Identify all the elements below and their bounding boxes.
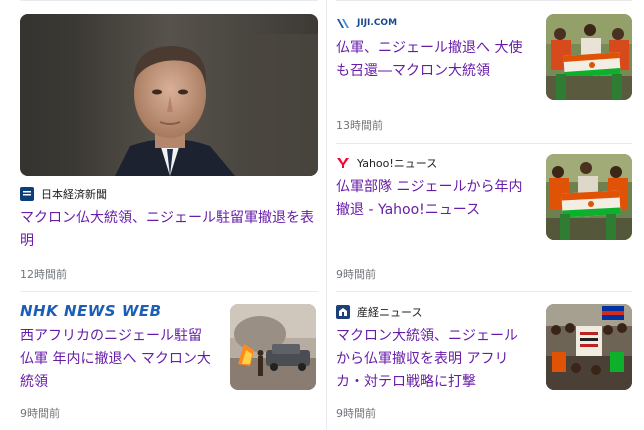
source-name: Yahoo!ニュース	[357, 157, 438, 170]
niger-protest-photo[interactable]	[546, 14, 632, 100]
nikkei-logo-icon	[20, 187, 34, 201]
column-divider	[326, 0, 327, 430]
sankei-logo-icon	[336, 305, 350, 319]
news-card-nikkei[interactable]: 日本経済新聞 マクロン仏大統領、ニジェール駐留軍撤退を表明 12時間前	[20, 0, 320, 290]
source-label: JIJI.COM	[336, 16, 397, 30]
timestamp: 13時間前	[336, 119, 383, 132]
article-title-link[interactable]: マクロン仏大統領、ニジェール駐留軍撤退を表明	[20, 207, 318, 253]
vehicle-fire-photo[interactable]	[230, 304, 316, 390]
news-card-sankei[interactable]: 産経ニュース マクロン大統領、ニジェールから仏軍撤収を表明 アフリカ・対テロ戦略…	[336, 292, 636, 430]
jiji-logo-icon	[336, 16, 350, 30]
article-title-link[interactable]: 仏軍、ニジェール撤退へ 大使も召還―マクロン大統領	[336, 37, 528, 83]
source-name: JIJI.COM	[357, 18, 398, 28]
source-name: 産経ニュース	[357, 306, 423, 319]
timestamp: 9時間前	[20, 407, 60, 420]
article-title-link[interactable]: 仏軍部隊 ニジェールから年内撤退 - Yahoo!ニュース	[336, 176, 528, 222]
nhk-logo-icon: NHK NEWS WEB	[20, 302, 162, 320]
protest-poutine-photo[interactable]	[546, 304, 632, 390]
source-label: 日本経済新聞	[20, 186, 107, 202]
article-title-link[interactable]: マクロン大統領、ニジェールから仏軍撤収を表明 アフリカ・対テロ戦略に打撃	[336, 325, 528, 394]
timestamp: 9時間前	[336, 407, 376, 420]
timestamp: 12時間前	[20, 268, 67, 281]
source-label: 産経ニュース	[336, 304, 422, 320]
timestamp: 9時間前	[336, 268, 376, 281]
source-label: Yahoo!ニュース	[336, 155, 437, 171]
niger-protest-photo[interactable]	[546, 154, 632, 240]
news-card-yahoo[interactable]: Yahoo!ニュース 仏軍部隊 ニジェールから年内撤退 - Yahoo!ニュース…	[336, 144, 636, 290]
source-name: NHK NEWS WEB	[20, 302, 162, 320]
news-card-jiji[interactable]: JIJI.COM 仏軍、ニジェール撤退へ 大使も召還―マクロン大統領 13時間前	[336, 0, 636, 142]
article-title-link[interactable]: 西アフリカのニジェール駐留仏軍 年内に撤退へ マクロン大統領	[20, 325, 212, 394]
yahoo-logo-icon	[336, 156, 350, 170]
macron-photo[interactable]	[20, 14, 318, 176]
news-card-nhk[interactable]: NHK NEWS WEB 西アフリカのニジェール駐留仏軍 年内に撤退へ マクロン…	[20, 292, 320, 430]
source-name: 日本経済新聞	[41, 188, 107, 201]
